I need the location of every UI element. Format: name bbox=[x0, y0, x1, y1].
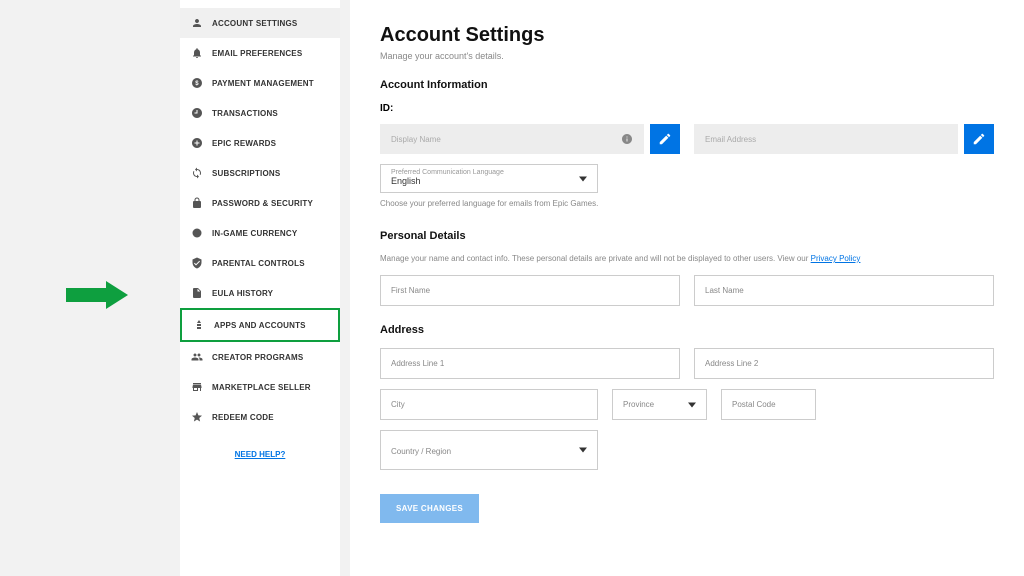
email-placeholder: Email Address bbox=[705, 135, 756, 144]
plus-circle-icon bbox=[190, 136, 204, 150]
city-input[interactable]: City bbox=[380, 389, 598, 420]
info-icon[interactable] bbox=[621, 133, 633, 145]
highlight-arrow bbox=[106, 281, 128, 309]
svg-text:$: $ bbox=[195, 81, 199, 87]
sidebar-item-email-preferences[interactable]: EMAIL PREFERENCES bbox=[180, 38, 340, 68]
edit-email-button[interactable] bbox=[964, 124, 994, 154]
clock-icon bbox=[190, 106, 204, 120]
sidebar: ACCOUNT SETTINGS EMAIL PREFERENCES $ PAY… bbox=[180, 0, 340, 576]
coin-icon bbox=[190, 226, 204, 240]
save-changes-button[interactable]: SAVE CHANGES bbox=[380, 494, 479, 523]
display-name-placeholder: Display Name bbox=[391, 135, 441, 144]
page-subtitle: Manage your account's details. bbox=[380, 51, 994, 61]
bell-icon bbox=[190, 46, 204, 60]
star-icon bbox=[190, 410, 204, 424]
sidebar-item-epic-rewards[interactable]: EPIC REWARDS bbox=[180, 128, 340, 158]
refresh-icon bbox=[190, 166, 204, 180]
need-help-link[interactable]: NEED HELP? bbox=[180, 444, 340, 462]
sidebar-item-label: REDEEM CODE bbox=[212, 413, 274, 422]
sidebar-item-label: TRANSACTIONS bbox=[212, 109, 278, 118]
display-name-field: Display Name bbox=[380, 124, 644, 154]
sidebar-item-eula-history[interactable]: EULA HISTORY bbox=[180, 278, 340, 308]
country-select[interactable]: Country / Region bbox=[380, 430, 598, 470]
sidebar-item-label: SUBSCRIPTIONS bbox=[212, 169, 280, 178]
apps-icon bbox=[192, 318, 206, 332]
shield-icon bbox=[190, 256, 204, 270]
page-title: Account Settings bbox=[380, 24, 994, 47]
sidebar-item-marketplace-seller[interactable]: MARKETPLACE SELLER bbox=[180, 372, 340, 402]
sidebar-item-label: PARENTAL CONTROLS bbox=[212, 259, 305, 268]
sidebar-item-label: PAYMENT MANAGEMENT bbox=[212, 79, 314, 88]
need-help-text[interactable]: NEED HELP? bbox=[235, 450, 286, 459]
language-select[interactable]: Preferred Communication Language English bbox=[380, 164, 598, 193]
store-icon bbox=[190, 380, 204, 394]
sidebar-item-label: EULA HISTORY bbox=[212, 289, 273, 298]
sidebar-item-label: CREATOR PROGRAMS bbox=[212, 353, 303, 362]
id-label: ID: bbox=[380, 103, 994, 114]
sidebar-item-creator-programs[interactable]: CREATOR PROGRAMS bbox=[180, 342, 340, 372]
account-info-heading: Account Information bbox=[380, 79, 994, 91]
sidebar-item-label: APPS AND ACCOUNTS bbox=[214, 321, 306, 330]
first-name-input[interactable]: First Name bbox=[380, 275, 680, 306]
chevron-down-icon bbox=[579, 176, 587, 181]
personal-desc: Manage your name and contact info. These… bbox=[380, 254, 994, 263]
sidebar-item-in-game-currency[interactable]: IN-GAME CURRENCY bbox=[180, 218, 340, 248]
edit-display-name-button[interactable] bbox=[650, 124, 680, 154]
province-select[interactable]: Province bbox=[612, 389, 707, 420]
address-line-1-input[interactable]: Address Line 1 bbox=[380, 348, 680, 379]
email-field: Email Address bbox=[694, 124, 958, 154]
language-hint: Choose your preferred language for email… bbox=[380, 199, 994, 208]
privacy-policy-link[interactable]: Privacy Policy bbox=[811, 254, 861, 263]
sidebar-item-label: IN-GAME CURRENCY bbox=[212, 229, 297, 238]
sidebar-item-password-security[interactable]: PASSWORD & SECURITY bbox=[180, 188, 340, 218]
address-line-2-input[interactable]: Address Line 2 bbox=[694, 348, 994, 379]
language-label: Preferred Communication Language bbox=[391, 169, 587, 176]
country-label: Country / Region bbox=[391, 447, 451, 456]
sidebar-item-payment-management[interactable]: $ PAYMENT MANAGEMENT bbox=[180, 68, 340, 98]
sidebar-item-redeem-code[interactable]: REDEEM CODE bbox=[180, 402, 340, 432]
document-icon bbox=[190, 286, 204, 300]
chevron-down-icon bbox=[579, 448, 587, 453]
language-value: English bbox=[391, 176, 587, 186]
sidebar-item-label: EPIC REWARDS bbox=[212, 139, 276, 148]
people-icon bbox=[190, 350, 204, 364]
sidebar-item-label: PASSWORD & SECURITY bbox=[212, 199, 313, 208]
main-content: Account Settings Manage your account's d… bbox=[350, 0, 1024, 576]
postal-code-input[interactable]: Postal Code bbox=[721, 389, 816, 420]
sidebar-item-label: EMAIL PREFERENCES bbox=[212, 49, 302, 58]
dollar-icon: $ bbox=[190, 76, 204, 90]
personal-details-heading: Personal Details bbox=[380, 230, 994, 242]
lock-icon bbox=[190, 196, 204, 210]
sidebar-item-transactions[interactable]: TRANSACTIONS bbox=[180, 98, 340, 128]
sidebar-item-parental-controls[interactable]: PARENTAL CONTROLS bbox=[180, 248, 340, 278]
sidebar-item-account-settings[interactable]: ACCOUNT SETTINGS bbox=[180, 8, 340, 38]
person-icon bbox=[190, 16, 204, 30]
sidebar-item-subscriptions[interactable]: SUBSCRIPTIONS bbox=[180, 158, 340, 188]
sidebar-item-apps-and-accounts[interactable]: APPS AND ACCOUNTS bbox=[180, 308, 340, 342]
sidebar-item-label: ACCOUNT SETTINGS bbox=[212, 19, 297, 28]
address-heading: Address bbox=[380, 324, 994, 336]
sidebar-item-label: MARKETPLACE SELLER bbox=[212, 383, 311, 392]
chevron-down-icon bbox=[688, 402, 696, 407]
last-name-input[interactable]: Last Name bbox=[694, 275, 994, 306]
